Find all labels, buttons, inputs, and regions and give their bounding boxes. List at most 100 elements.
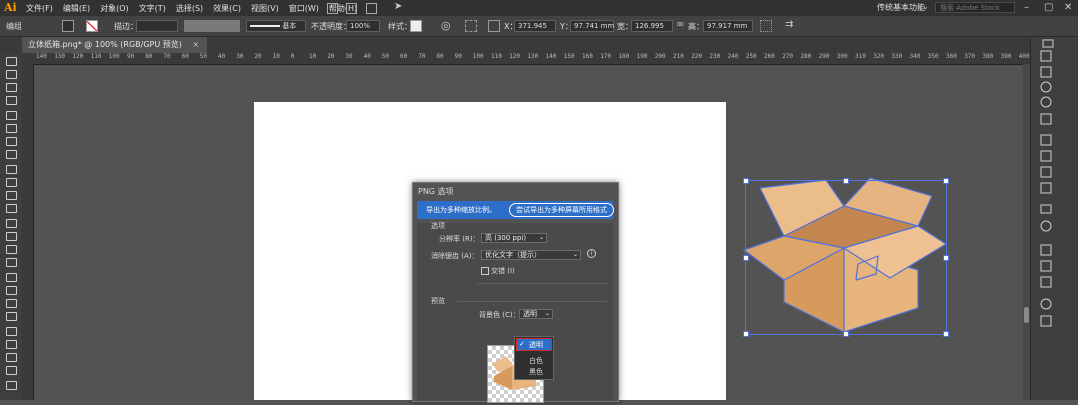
menu-effect[interactable]: 效果(C) (213, 3, 241, 14)
transparency-panel-icon[interactable] (1040, 220, 1052, 232)
artboard-tool-icon[interactable] (6, 381, 17, 390)
align-panel-icon[interactable] (1040, 298, 1052, 310)
y-position-input[interactable]: 97.741 mm (570, 20, 614, 32)
document-tab[interactable]: 立体纸箱.png* @ 100% (RGB/GPU 预览) × (22, 37, 208, 53)
character-panel-icon[interactable] (1040, 134, 1052, 146)
height-input[interactable]: 97.917 mm (703, 20, 753, 32)
dropdown-option-white[interactable]: 白色 (529, 356, 543, 366)
asset-export-panel-icon[interactable] (1040, 260, 1052, 272)
opacity-input[interactable]: 100% (346, 20, 380, 32)
layers-panel-icon[interactable] (1040, 244, 1052, 256)
color-panel-icon[interactable] (1040, 150, 1052, 162)
properties-panel-icon[interactable] (1040, 50, 1052, 62)
resize-handle[interactable] (743, 255, 749, 261)
bridge-icon[interactable] (327, 3, 338, 14)
collapse-panels-icon[interactable] (1042, 39, 1054, 48)
stroke-swatch[interactable] (86, 20, 98, 32)
rotate-tool-icon[interactable] (6, 219, 17, 228)
transform-icon[interactable] (760, 20, 772, 32)
brush-definition-select[interactable]: 基本 (246, 20, 306, 32)
resize-handle[interactable] (743, 178, 749, 184)
workspace-switcher[interactable]: 传统基本功能 (877, 2, 925, 13)
line-tool-icon[interactable] (6, 150, 17, 159)
resize-handle[interactable] (943, 178, 949, 184)
align-to-icon[interactable] (465, 20, 477, 32)
menu-window[interactable]: 窗口(W) (289, 3, 319, 14)
variable-width-profile[interactable] (184, 20, 240, 32)
x-position-input[interactable]: 371.945 (514, 20, 556, 32)
rectangle-tool-icon[interactable] (6, 165, 17, 174)
artboards-panel-icon[interactable] (1040, 276, 1052, 288)
selection-bounding-box[interactable] (743, 178, 949, 337)
menu-view[interactable]: 视图(V) (251, 3, 279, 14)
close-icon[interactable]: ✕ (1064, 2, 1072, 13)
shaper-tool-icon[interactable] (6, 191, 17, 200)
isolate-group-icon[interactable]: ⇉ (785, 19, 793, 30)
menu-type[interactable]: 文字(T) (139, 3, 166, 14)
opentype-panel-icon[interactable] (1040, 81, 1052, 93)
resize-handle[interactable] (843, 331, 849, 337)
menu-file[interactable]: 文件(F) (26, 3, 53, 14)
scrollbar-thumb[interactable] (1024, 307, 1029, 323)
eraser-tool-icon[interactable] (6, 204, 17, 213)
type-tool-icon[interactable] (6, 137, 17, 146)
tab-close-icon[interactable]: × (192, 40, 199, 49)
magic-wand-tool-icon[interactable] (6, 83, 17, 92)
info-icon[interactable]: i (587, 249, 596, 258)
graphic-style-swatch[interactable] (410, 20, 422, 32)
symbol-sprayer-tool-icon[interactable] (6, 353, 17, 362)
stock-search-input[interactable]: 搜索 Adobe Stock (935, 2, 1015, 13)
recolor-artwork-icon[interactable]: ◎ (441, 19, 451, 32)
background-color-select[interactable]: 透明 ⌄ (519, 309, 553, 319)
menu-edit[interactable]: 编辑(E) (63, 3, 90, 14)
mesh-tool-icon[interactable] (6, 299, 17, 308)
link-proportions-icon[interactable]: ∞ (676, 19, 684, 30)
paragraph-panel-icon[interactable] (1040, 66, 1052, 78)
menu-object[interactable]: 对象(O) (100, 3, 129, 14)
antialias-select[interactable]: 优化文字（提示） ⌄ (481, 250, 581, 260)
curvature-tool-icon[interactable] (6, 124, 17, 133)
reference-point-icon[interactable] (488, 20, 500, 32)
eyedropper-tool-icon[interactable] (6, 327, 17, 336)
horizontal-ruler[interactable]: 140 130 120 110 100 90 80 70 60 50 40 30 20 10 0 10 20 30… (22, 53, 1030, 65)
fill-swatch[interactable] (62, 20, 74, 32)
stroke-panel-icon[interactable] (1040, 204, 1052, 214)
free-transform-tool-icon[interactable] (6, 258, 17, 267)
maximize-icon[interactable]: ▢ (1044, 2, 1053, 13)
pen-tool-icon[interactable] (6, 111, 17, 120)
resize-handle[interactable] (943, 331, 949, 337)
pathfinder-panel-icon[interactable] (1040, 315, 1052, 327)
symbols-panel-icon[interactable] (1040, 182, 1052, 194)
blend-tool-icon[interactable] (6, 340, 17, 349)
lasso-tool-icon[interactable] (6, 96, 17, 105)
dropdown-option-black[interactable]: 黑色 (529, 367, 543, 377)
vertical-ruler[interactable] (22, 64, 34, 400)
resolution-select[interactable]: 高 (300 ppi) ⌄ (481, 233, 547, 243)
menu-select[interactable]: 选择(S) (176, 3, 203, 14)
stroke-weight-input[interactable] (136, 20, 178, 32)
selection-tool-icon[interactable] (6, 57, 17, 66)
dropdown-option-transparent[interactable]: ✓ 透明 (516, 338, 552, 351)
resize-handle[interactable] (943, 255, 949, 261)
gradient-tool-icon[interactable] (6, 312, 17, 321)
interlace-checkbox[interactable] (481, 267, 489, 275)
resize-handle[interactable] (843, 178, 849, 184)
arrange-documents-icon[interactable] (366, 3, 377, 14)
brushes-panel-icon[interactable] (1040, 166, 1052, 178)
appearance-panel-icon[interactable] (1040, 96, 1052, 108)
column-graph-tool-icon[interactable] (6, 366, 17, 375)
resize-handle[interactable] (743, 331, 749, 337)
scale-tool-icon[interactable] (6, 232, 17, 241)
stock-icon[interactable] (346, 3, 357, 14)
chevron-down-icon[interactable]: ⌄ (922, 2, 929, 11)
minimize-icon[interactable]: – (1024, 2, 1029, 13)
direct-selection-tool-icon[interactable] (6, 70, 17, 79)
shape-builder-tool-icon[interactable] (6, 273, 17, 282)
width-tool-icon[interactable] (6, 245, 17, 254)
vertical-scrollbar[interactable] (1023, 64, 1030, 400)
send-icon[interactable]: ➤ (394, 1, 403, 12)
perspective-grid-tool-icon[interactable] (6, 286, 17, 295)
graphic-styles-panel-icon[interactable] (1040, 113, 1052, 125)
export-for-screens-button[interactable]: 尝试导出为多种屏幕所用格式 (509, 203, 614, 217)
paintbrush-tool-icon[interactable] (6, 178, 17, 187)
